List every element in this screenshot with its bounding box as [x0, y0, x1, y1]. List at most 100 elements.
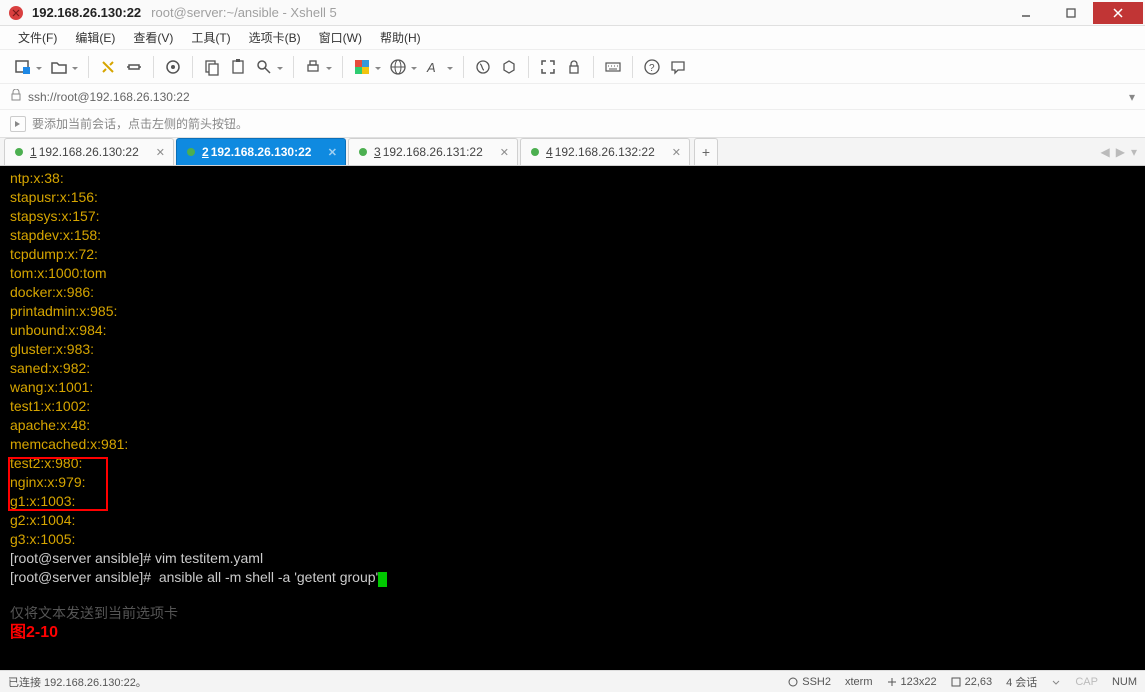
terminal-prompt: [root@server ansible]# vim testitem.yaml	[10, 550, 263, 566]
script-button[interactable]	[470, 54, 496, 80]
terminal-line: g1:x:1003:	[10, 493, 75, 509]
terminal-line: ntp:x:38:	[10, 170, 64, 186]
menu-bar: 文件(F) 编辑(E) 查看(V) 工具(T) 选项卡(B) 窗口(W) 帮助(…	[0, 26, 1145, 50]
tab-next-icon[interactable]: ▶	[1116, 145, 1125, 159]
color-scheme-button[interactable]	[349, 54, 385, 80]
tab-close-icon[interactable]: ✕	[500, 146, 509, 159]
tab-nav: ◀ ▶ ▾	[1101, 138, 1145, 165]
find-button[interactable]	[251, 54, 287, 80]
menu-file[interactable]: 文件(F)	[10, 27, 65, 48]
status-num: NUM	[1112, 676, 1137, 688]
status-cap: CAP	[1075, 676, 1098, 688]
cursor-icon	[378, 572, 387, 587]
figure-annotation: 图2-10	[10, 624, 58, 641]
address-bar[interactable]: ssh://root@192.168.26.130:22 ▾	[0, 84, 1145, 110]
address-dropdown-icon[interactable]: ▾	[1129, 90, 1135, 104]
menu-help[interactable]: 帮助(H)	[372, 27, 429, 48]
close-button[interactable]	[1093, 2, 1143, 24]
tab-label: 192.168.26.130:22	[211, 145, 312, 159]
terminal[interactable]: ntp:x:38: stapusr:x:156: stapsys:x:157: …	[0, 166, 1145, 670]
status-sessions: 4 会话	[1006, 674, 1037, 690]
terminal-line: gluster:x:983:	[10, 341, 94, 357]
disconnect-button[interactable]	[121, 54, 147, 80]
status-sessions-menu-icon[interactable]	[1051, 677, 1061, 687]
menu-view[interactable]: 查看(V)	[125, 27, 181, 48]
tab-index: 1	[30, 145, 37, 159]
lock-icon	[10, 89, 22, 104]
terminal-line: tom:x:1000:tom	[10, 265, 107, 281]
new-session-button[interactable]	[10, 54, 46, 80]
window-title-primary: 192.168.26.130:22	[32, 5, 141, 20]
terminal-prompt: [root@server ansible]# ansible all -m sh…	[10, 569, 378, 585]
status-dot-icon	[15, 148, 23, 156]
status-ssh: SSH2	[788, 676, 831, 688]
menu-window[interactable]: 窗口(W)	[311, 27, 370, 48]
print-button[interactable]	[300, 54, 336, 80]
tab-close-icon[interactable]: ✕	[672, 146, 681, 159]
tab-close-icon[interactable]: ✕	[328, 146, 337, 159]
properties-button[interactable]	[160, 54, 186, 80]
minimize-button[interactable]	[1003, 2, 1048, 24]
svg-text:?: ?	[649, 63, 655, 74]
title-bar: 192.168.26.130:22 root@server:~/ansible …	[0, 0, 1145, 26]
tab-index: 4	[546, 145, 553, 159]
tab-label: 192.168.26.132:22	[555, 145, 655, 159]
address-url: ssh://root@192.168.26.130:22	[28, 90, 190, 104]
info-text: 要添加当前会话，点击左侧的箭头按钮。	[32, 115, 248, 132]
tab-label: 192.168.26.130:22	[39, 145, 139, 159]
tab-menu-icon[interactable]: ▾	[1131, 145, 1137, 159]
status-pos: 22,63	[951, 676, 993, 688]
paste-button[interactable]	[225, 54, 251, 80]
terminal-line: stapdev:x:158:	[10, 227, 101, 243]
maximize-button[interactable]	[1048, 2, 1093, 24]
add-tab-button[interactable]: +	[694, 138, 718, 165]
terminal-line: wang:x:1001:	[10, 379, 93, 395]
copy-button[interactable]	[199, 54, 225, 80]
chat-button[interactable]	[665, 54, 691, 80]
info-bar: 要添加当前会话，点击左侧的箭头按钮。	[0, 110, 1145, 138]
terminal-line: g3:x:1005:	[10, 531, 75, 547]
terminal-line: unbound:x:984:	[10, 322, 107, 338]
compose-hint: 仅将文本发送到当前选项卡	[10, 605, 178, 621]
terminal-line: stapsys:x:157:	[10, 208, 100, 224]
toolbar: A ?	[0, 50, 1145, 84]
menu-edit[interactable]: 编辑(E)	[67, 27, 123, 48]
terminal-line: printadmin:x:985:	[10, 303, 117, 319]
reconnect-button[interactable]	[95, 54, 121, 80]
menu-tab[interactable]: 选项卡(B)	[241, 27, 309, 48]
menu-tools[interactable]: 工具(T)	[183, 27, 238, 48]
open-button[interactable]	[46, 54, 82, 80]
status-dot-icon	[531, 148, 539, 156]
font-button[interactable]: A	[421, 54, 457, 80]
language-button[interactable]	[385, 54, 421, 80]
terminal-line: docker:x:986:	[10, 284, 94, 300]
tab-index: 3	[374, 145, 381, 159]
terminal-line: test2:x:980:	[10, 455, 82, 471]
terminal-line: apache:x:48:	[10, 417, 90, 433]
tab-bar: 1 192.168.26.130:22 ✕ 2 192.168.26.130:2…	[0, 138, 1145, 166]
terminal-line: g2:x:1004:	[10, 512, 75, 528]
tab-close-icon[interactable]: ✕	[156, 146, 165, 159]
status-size: 123x22	[887, 676, 937, 688]
session-tab-4[interactable]: 4 192.168.26.132:22 ✕	[520, 138, 690, 165]
session-tab-1[interactable]: 1 192.168.26.130:22 ✕	[4, 138, 174, 165]
status-term: xterm	[845, 676, 873, 688]
lock-button[interactable]	[561, 54, 587, 80]
tab-index: 2	[202, 145, 209, 159]
transfer-button[interactable]	[496, 54, 522, 80]
terminal-line: nginx:x:979:	[10, 474, 86, 490]
session-tab-2[interactable]: 2 192.168.26.130:22 ✕	[176, 138, 346, 165]
app-icon	[6, 3, 26, 23]
terminal-line: memcached:x:981:	[10, 436, 128, 452]
terminal-line: tcpdump:x:72:	[10, 246, 98, 262]
session-tab-3[interactable]: 3 192.168.26.131:22 ✕	[348, 138, 518, 165]
keyboard-button[interactable]	[600, 54, 626, 80]
terminal-line: saned:x:982:	[10, 360, 90, 376]
help-button[interactable]: ?	[639, 54, 665, 80]
add-session-arrow-icon[interactable]	[10, 116, 26, 132]
svg-text:A: A	[426, 60, 436, 75]
window-title-secondary: root@server:~/ansible - Xshell 5	[151, 5, 337, 20]
tab-prev-icon[interactable]: ◀	[1101, 145, 1110, 159]
fullscreen-button[interactable]	[535, 54, 561, 80]
status-dot-icon	[187, 148, 195, 156]
